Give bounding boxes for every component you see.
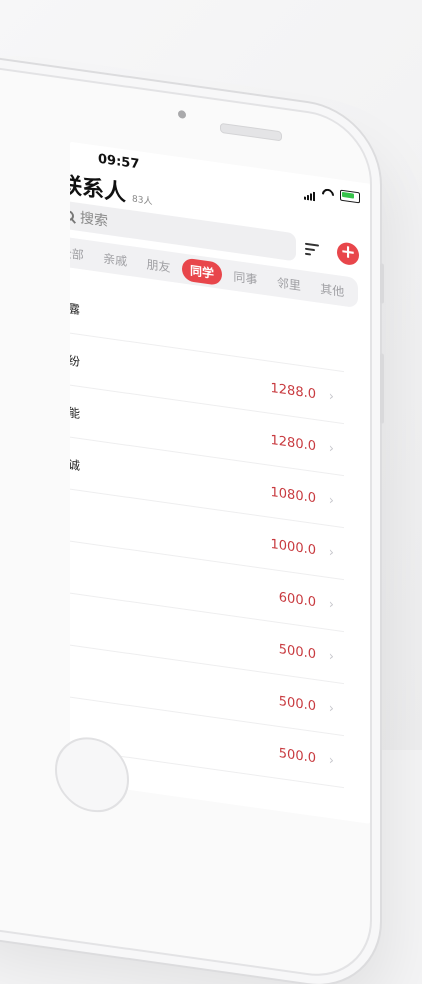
search-icon [70, 209, 74, 222]
tab-classmates[interactable]: 同学 [181, 256, 222, 286]
sort-icon[interactable] [305, 241, 325, 260]
side-button [380, 263, 384, 304]
contact-name: 陈何露 [70, 297, 81, 317]
chevron-right-icon: › [328, 492, 334, 509]
contact-amount: 500.0 [278, 745, 316, 766]
app-screen: 09:57 联系人 83人 搜索 + 全部 亲戚 朋友 同学 同事 邻里 其他 … [70, 141, 370, 824]
contact-amount: 1280.0 [270, 432, 317, 454]
tab-relatives[interactable]: 亲戚 [95, 245, 135, 274]
contact-name: 王陈诚 [70, 453, 81, 473]
contact-amount: 1000.0 [270, 536, 317, 558]
chevron-right-icon: › [328, 596, 334, 613]
phone-frame: 09:57 联系人 83人 搜索 + 全部 亲戚 朋友 同学 同事 邻里 其他 … [0, 60, 384, 982]
contact-amount: 500.0 [278, 693, 316, 714]
front-camera [178, 109, 186, 119]
contact-amount: 600.0 [278, 589, 316, 610]
contact-amount: 1080.0 [270, 484, 317, 506]
tab-all[interactable]: 全部 [70, 239, 92, 268]
add-icon: + [340, 240, 356, 264]
contact-name: 陈缤纷 [70, 349, 81, 369]
status-time: 09:57 [98, 151, 140, 173]
chevron-right-icon: › [328, 388, 334, 405]
signal-icon [304, 181, 316, 202]
add-contact-button[interactable]: + [337, 240, 359, 267]
chevron-right-icon: › [328, 544, 334, 561]
earpiece-speaker [220, 122, 282, 142]
status-icons [304, 181, 360, 208]
battery-icon [340, 189, 360, 204]
search-placeholder: 搜索 [80, 210, 108, 231]
contact-name: 施佳能 [70, 401, 81, 421]
tab-friends[interactable]: 朋友 [139, 251, 179, 280]
contact-amount: 500.0 [278, 641, 316, 662]
chevron-right-icon: › [328, 440, 334, 457]
chevron-right-icon: › [328, 700, 334, 717]
contact-list: 陈何露 陈缤纷 1288.0 › 施佳能 1280.0 › 王陈诚 1080.0… [70, 278, 344, 789]
side-button [380, 353, 384, 424]
tab-others[interactable]: 其他 [312, 275, 352, 304]
wifi-icon [322, 188, 334, 200]
chevron-right-icon: › [328, 752, 334, 769]
tab-colleagues[interactable]: 同事 [225, 263, 265, 292]
contact-amount: 1288.0 [270, 380, 317, 402]
page-title: 联系人 [70, 172, 127, 207]
chevron-right-icon: › [328, 648, 334, 665]
contact-count: 83人 [132, 194, 153, 208]
tab-neighbors[interactable]: 邻里 [269, 269, 309, 298]
